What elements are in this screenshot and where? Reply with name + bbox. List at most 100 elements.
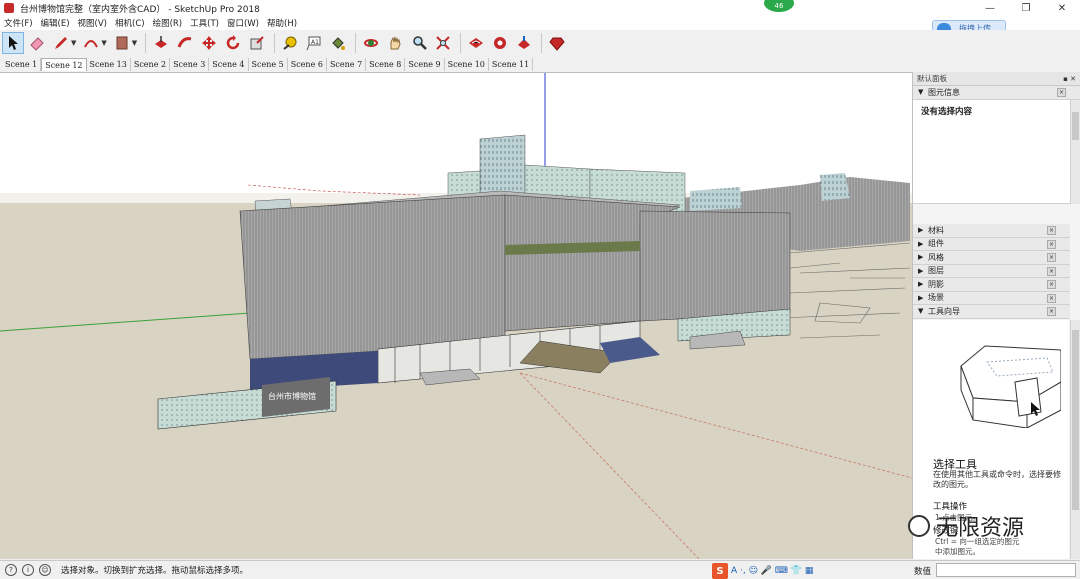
- menu-window[interactable]: 窗口(W): [227, 17, 259, 29]
- scroll-thumb[interactable]: [1072, 112, 1079, 140]
- museum-sign-text: 台州市博物馆: [268, 391, 316, 401]
- measurements-label: 数值: [914, 567, 932, 577]
- panel-label: 材料: [928, 225, 944, 235]
- menu-tools[interactable]: 工具(T): [190, 17, 219, 29]
- instructor-description: 在使用其他工具或命令时，选择要修改的图元。: [933, 470, 1061, 489]
- ime-toolbar[interactable]: S A ⋅, ☺ 🎤 ⌨ 👕 ▦: [712, 563, 813, 579]
- scene-tab[interactable]: Scene 13: [87, 58, 131, 71]
- scene-tab[interactable]: Scene 3: [170, 58, 210, 71]
- scene-tab[interactable]: Scene 5: [249, 58, 288, 71]
- status-message: 选择对象。切换到扩充选择。拖动鼠标选择多项。: [61, 566, 249, 576]
- close-icon[interactable]: ×: [1047, 266, 1056, 276]
- instructor-scrollbar[interactable]: [1070, 320, 1080, 559]
- panel-instructor[interactable]: ▼ 工具向导 ×: [913, 305, 1070, 319]
- scene-tab[interactable]: Scene 6: [288, 58, 327, 71]
- zoom-icon: [413, 36, 428, 50]
- menu-bar: 文件(F) 编辑(E) 视图(V) 相机(C) 绘图(R) 工具(T) 窗口(W…: [0, 16, 1080, 30]
- zoom-tool-button[interactable]: [408, 32, 430, 54]
- scene-tab[interactable]: Scene 9: [405, 58, 445, 71]
- close-icon[interactable]: ×: [1047, 239, 1056, 249]
- menu-draw[interactable]: 绘图(R): [153, 17, 183, 29]
- panel-scenes[interactable]: ▶ 场景 ×: [913, 291, 1070, 305]
- entity-scrollbar[interactable]: [1070, 100, 1080, 204]
- chevron-down-icon[interactable]: ▼: [71, 39, 76, 47]
- zoom-extents-tool-button[interactable]: [432, 32, 454, 54]
- model-viewport[interactable]: 台州市博物馆: [0, 72, 912, 559]
- expand-arrow-icon: ▶: [918, 280, 924, 289]
- eraser-tool-button[interactable]: [26, 32, 48, 54]
- tape-measure-tool-button[interactable]: [279, 32, 301, 54]
- restore-button[interactable]: ❐: [1008, 0, 1044, 16]
- ruby-console-button[interactable]: [546, 32, 568, 54]
- pan-tool-button[interactable]: [384, 32, 406, 54]
- panel-entity-info[interactable]: ▼ 图元信息 ×: [913, 86, 1080, 100]
- text-tool-button[interactable]: A1: [303, 32, 325, 54]
- paint-bucket-tool-button[interactable]: [327, 32, 349, 54]
- tray-pin-close-icon[interactable]: ▪ ✕: [1063, 75, 1076, 83]
- scene-tab[interactable]: Scene 11: [489, 58, 534, 71]
- panel-label: 场景: [928, 293, 944, 303]
- scene-tab[interactable]: Scene 2: [131, 58, 171, 71]
- panel-layers[interactable]: ▶ 图层 ×: [913, 264, 1070, 278]
- followme-tool-button[interactable]: [174, 32, 196, 54]
- status-bar: ? i ☺ 选择对象。切换到扩充选择。拖动鼠标选择多项。 S A ⋅, ☺ 🎤 …: [0, 560, 1080, 579]
- collapse-arrow-icon: ▼: [918, 307, 924, 316]
- scene-tab[interactable]: Scene 7: [327, 58, 367, 71]
- extension-warehouse-button[interactable]: [489, 32, 511, 54]
- museum-model-render: 台州市博物馆: [0, 73, 912, 559]
- rectangle-tool-button[interactable]: [111, 32, 133, 54]
- ruby-icon: [549, 37, 565, 51]
- close-icon[interactable]: ×: [1047, 226, 1056, 235]
- scale-tool-button[interactable]: [246, 32, 268, 54]
- scroll-thumb[interactable]: [1072, 330, 1079, 510]
- panel-styles[interactable]: ▶ 风格 ×: [913, 251, 1070, 265]
- measurements-input[interactable]: [936, 563, 1076, 577]
- chevron-down-icon[interactable]: ▼: [101, 39, 106, 47]
- scene-tab[interactable]: Scene 4: [209, 58, 249, 71]
- close-icon[interactable]: ×: [1047, 307, 1056, 316]
- menu-help[interactable]: 帮助(H): [267, 17, 297, 29]
- panel-components[interactable]: ▶ 组件 ×: [913, 237, 1070, 251]
- sogou-ime-icon[interactable]: S: [712, 563, 728, 579]
- select-tool-button[interactable]: [2, 32, 24, 54]
- menu-edit[interactable]: 编辑(E): [41, 17, 70, 29]
- panel-shadows[interactable]: ▶ 阴影 ×: [913, 278, 1070, 292]
- main-toolbar: ▼ ▼ ▼ A1: [0, 30, 1080, 56]
- panel-label: 图元信息: [928, 87, 960, 97]
- wechat-icon: [908, 515, 930, 537]
- user-icon[interactable]: ☺: [39, 564, 51, 576]
- close-button[interactable]: ✕: [1044, 0, 1080, 16]
- scene-tab[interactable]: Scene 1: [2, 58, 42, 71]
- close-icon[interactable]: ×: [1047, 253, 1056, 262]
- geo-location-icon[interactable]: ?: [5, 564, 17, 576]
- ime-tool-icons[interactable]: A ⋅, ☺ 🎤 ⌨ 👕 ▦: [731, 566, 813, 576]
- scene-tab-active[interactable]: Scene 12: [41, 58, 87, 71]
- eraser-icon: [30, 37, 44, 51]
- share-model-button[interactable]: [513, 32, 535, 54]
- arc-tool-button[interactable]: [80, 32, 102, 54]
- close-icon[interactable]: ×: [1047, 280, 1056, 289]
- menu-view[interactable]: 视图(V): [78, 17, 107, 29]
- scene-tab[interactable]: Scene 8: [366, 58, 406, 71]
- close-icon[interactable]: ×: [1047, 293, 1056, 303]
- sketchup-logo-icon: [4, 3, 14, 13]
- pencil-tool-button[interactable]: [50, 32, 72, 54]
- credits-icon[interactable]: i: [22, 564, 34, 576]
- tape-measure-icon: [283, 36, 297, 50]
- rotate-tool-button[interactable]: [222, 32, 244, 54]
- menu-camera[interactable]: 相机(C): [115, 17, 145, 29]
- pushpull-tool-button[interactable]: [150, 32, 172, 54]
- toolbar-divider: [541, 33, 543, 53]
- menu-file[interactable]: 文件(F): [4, 17, 33, 29]
- entity-info-content: 没有选择内容: [913, 99, 1080, 204]
- chevron-down-icon[interactable]: ▼: [132, 39, 137, 47]
- scene-tab[interactable]: Scene 10: [445, 58, 489, 71]
- close-icon[interactable]: ×: [1057, 88, 1066, 97]
- expand-arrow-icon: ▶: [918, 239, 924, 248]
- panel-materials[interactable]: ▶ 材料 ×: [913, 224, 1070, 238]
- warehouse-button[interactable]: [465, 32, 487, 54]
- orbit-tool-button[interactable]: [360, 32, 382, 54]
- panel-list: ▶ 材料 × ▶ 组件 × ▶ 风格 × ▶ 图层 × ▶ 阴影 × ▶ 场景 …: [913, 224, 1070, 319]
- minimize-button[interactable]: —: [972, 0, 1008, 16]
- move-tool-button[interactable]: [198, 32, 220, 54]
